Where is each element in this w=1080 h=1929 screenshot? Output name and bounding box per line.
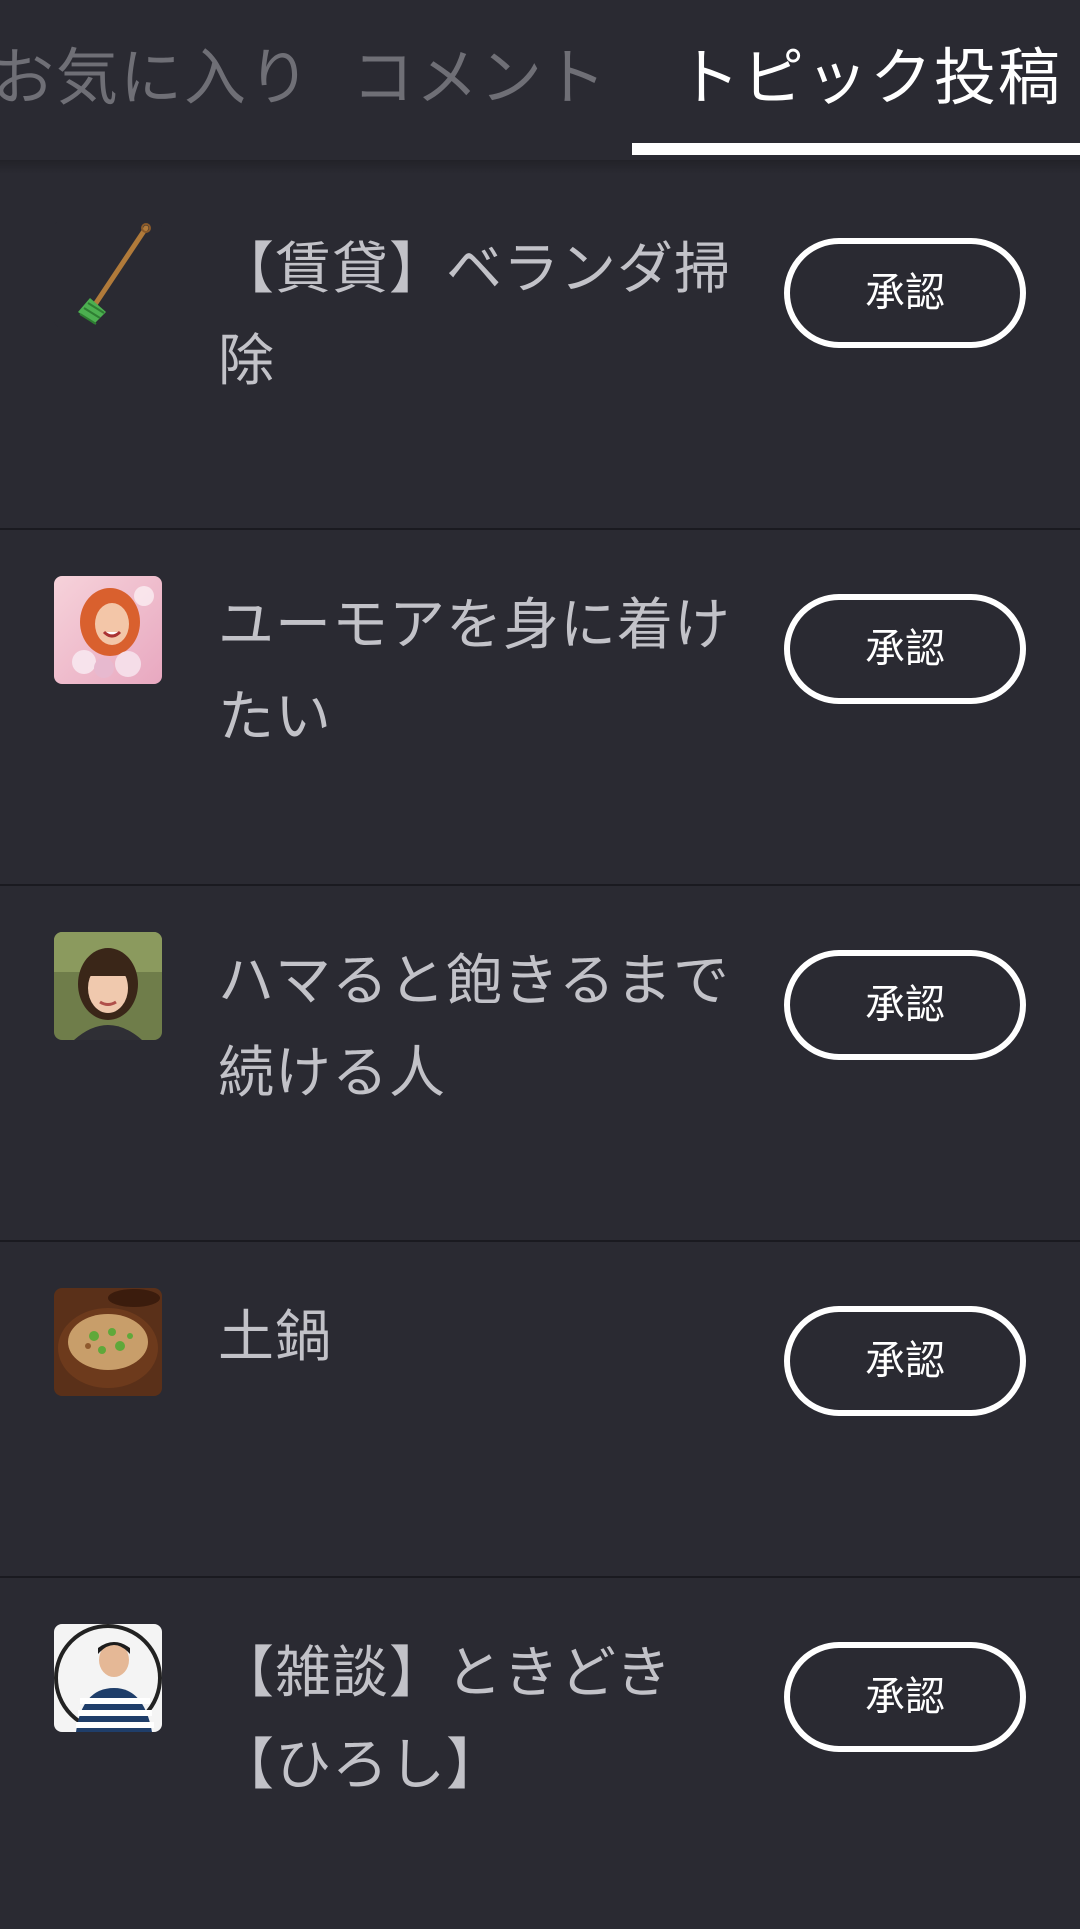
laughing-woman-photo <box>54 576 162 684</box>
approve-button[interactable]: 承認 <box>784 594 1026 704</box>
topic-title[interactable]: 土鍋 <box>218 1292 768 1384</box>
woman-portrait-photo <box>54 932 162 1040</box>
tab-topics[interactable]: トピック投稿 <box>678 38 1062 118</box>
list-item[interactable]: ハマると飽きるまで続ける人 承認 <box>0 886 1080 1242</box>
approve-button[interactable]: 承認 <box>784 1306 1026 1416</box>
tab-bar: お気に入り コメント トピック投稿 <box>0 0 1080 160</box>
approve-button[interactable]: 承認 <box>784 950 1026 1060</box>
approve-button[interactable]: 承認 <box>784 238 1026 348</box>
list-item[interactable]: 【賃貸】ベランダ掃除 承認 <box>0 174 1080 530</box>
approve-button[interactable]: 承認 <box>784 1642 1026 1752</box>
tab-bar-divider <box>0 160 1080 174</box>
topic-title[interactable]: ハマると飽きるまで続ける人 <box>218 936 768 1120</box>
list-item[interactable]: 土鍋 承認 <box>0 1242 1080 1578</box>
tab-comments[interactable]: コメント <box>352 38 608 118</box>
list-item[interactable]: 【雑談】ときどき【ひろし】 承認 <box>0 1578 1080 1918</box>
topic-list: 【賃貸】ベランダ掃除 承認 ユーモアを身に着けたい 承認 ハマると飽きるまで続け… <box>0 174 1080 1918</box>
topic-title[interactable]: 【雑談】ときどき【ひろし】 <box>218 1628 768 1812</box>
man-striped-shirt-photo <box>54 1624 162 1732</box>
clay-pot-rice-photo <box>54 1288 162 1396</box>
list-item[interactable]: ユーモアを身に着けたい 承認 <box>0 530 1080 886</box>
active-tab-indicator <box>632 143 1080 155</box>
tab-favorites[interactable]: お気に入り <box>0 38 312 118</box>
topic-title[interactable]: 【賃貸】ベランダ掃除 <box>218 224 768 408</box>
topic-title[interactable]: ユーモアを身に着けたい <box>218 580 768 764</box>
broom-icon <box>54 220 162 328</box>
